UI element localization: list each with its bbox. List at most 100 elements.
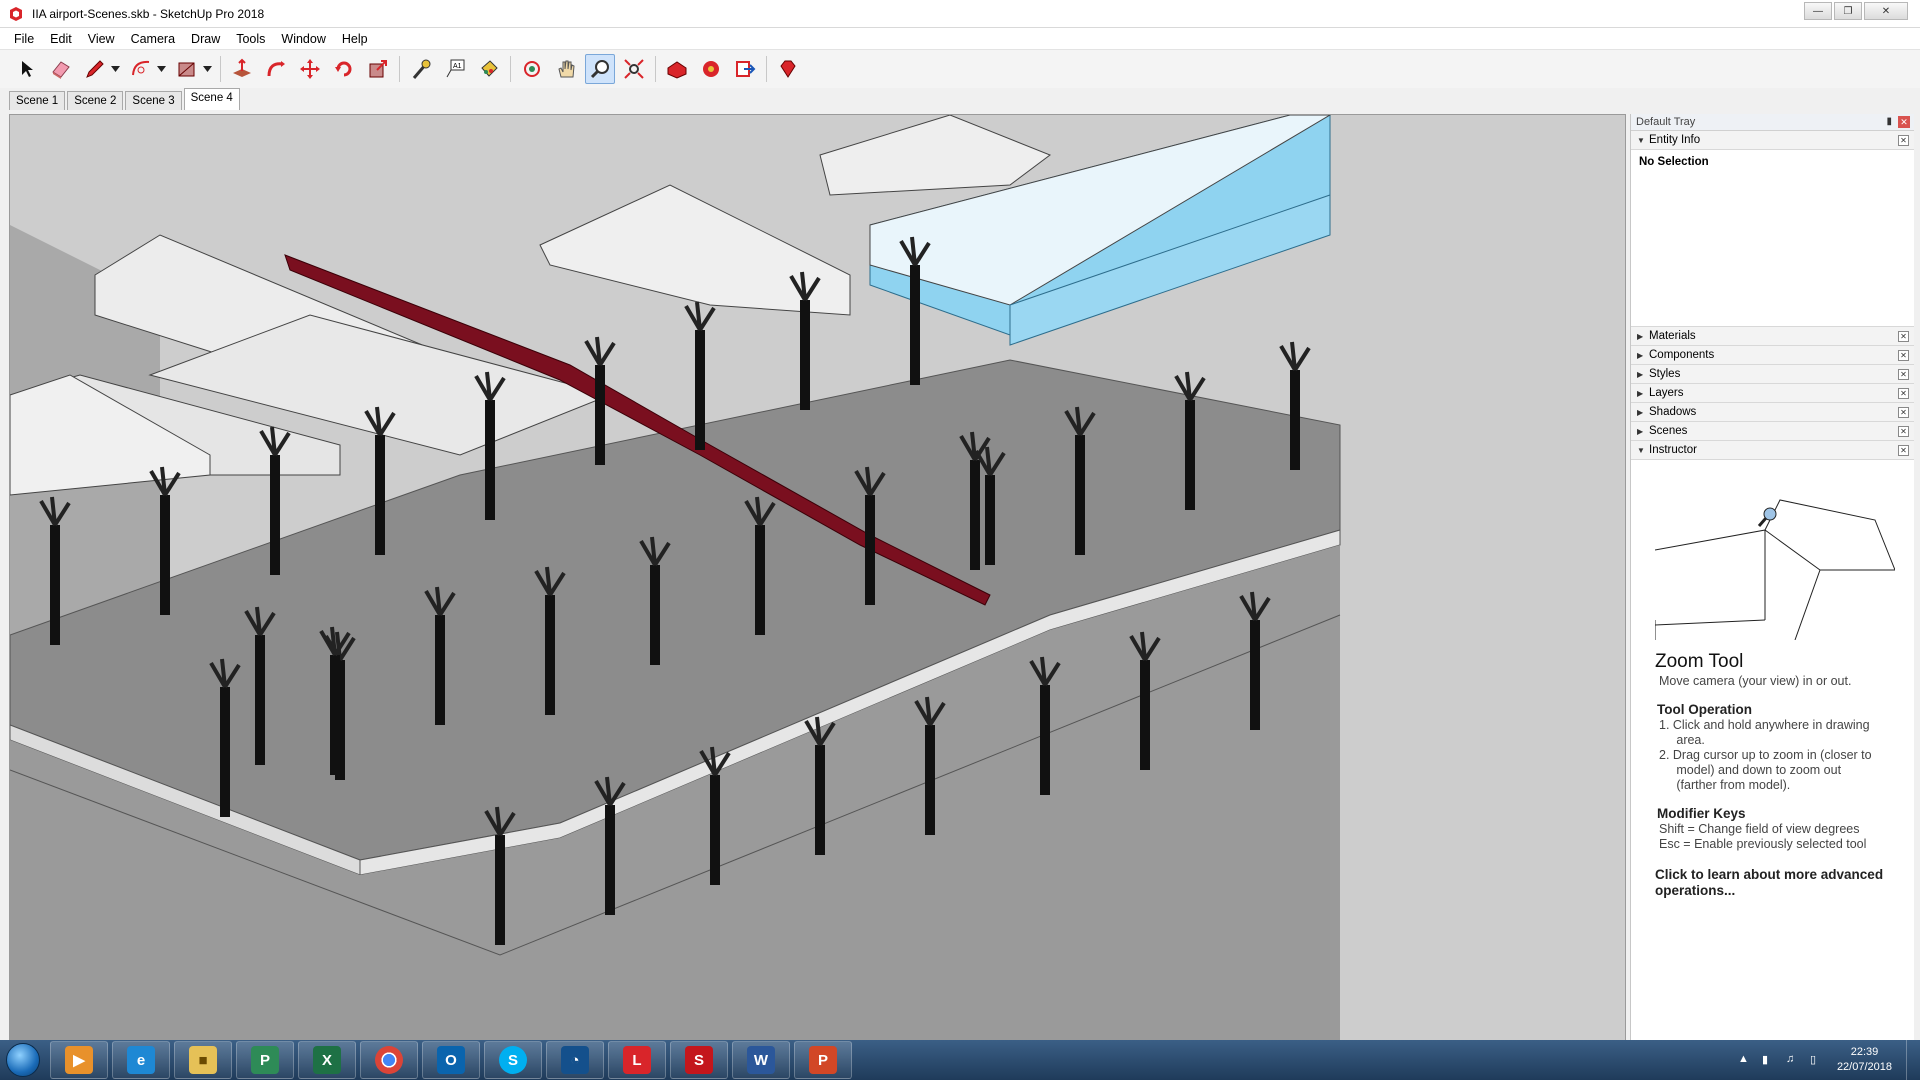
- shape-dropdown[interactable]: [202, 54, 212, 84]
- taskbar-project[interactable]: P: [236, 1041, 294, 1079]
- panel-close-icon[interactable]: ✕: [1898, 426, 1909, 437]
- taskbar-internet-explorer[interactable]: e: [112, 1041, 170, 1079]
- taskbar-powerpoint[interactable]: P: [794, 1041, 852, 1079]
- pin-icon[interactable]: ▮: [1886, 116, 1892, 127]
- panel-close-icon[interactable]: ✕: [1898, 445, 1909, 456]
- panel-components[interactable]: ▶ Components ✕: [1631, 346, 1914, 365]
- menu-file[interactable]: File: [6, 28, 42, 50]
- panel-entity-info[interactable]: ▼ Entity Info ✕: [1631, 131, 1914, 150]
- panel-close-icon[interactable]: ✕: [1898, 135, 1909, 146]
- network-icon[interactable]: ▮: [1762, 1053, 1776, 1067]
- panel-close-icon[interactable]: ✕: [1898, 407, 1909, 418]
- show-hidden-icons-icon[interactable]: ▲: [1738, 1053, 1752, 1067]
- instructor-step: (farther from model).: [1659, 778, 1791, 792]
- move-tool-button[interactable]: [295, 54, 325, 84]
- arc-dropdown[interactable]: [156, 54, 166, 84]
- scale-tool-button[interactable]: [363, 54, 393, 84]
- taskbar-clock[interactable]: 22:39 22/07/2018: [1837, 1045, 1892, 1075]
- panel-close-icon[interactable]: ✕: [1898, 369, 1909, 380]
- tape-measure-tool-button[interactable]: [406, 54, 436, 84]
- pan-tool-button[interactable]: [551, 54, 581, 84]
- panel-scenes[interactable]: ▶ Scenes ✕: [1631, 422, 1914, 441]
- taskbar-app-blue[interactable]: ◔: [546, 1041, 604, 1079]
- menu-camera[interactable]: Camera: [123, 28, 183, 50]
- panel-close-icon[interactable]: ✕: [1898, 388, 1909, 399]
- column: [650, 565, 660, 665]
- taskbar-chrome[interactable]: [360, 1041, 418, 1079]
- close-button[interactable]: ✕: [1864, 2, 1908, 20]
- triangle-right-icon: ▶: [1637, 426, 1644, 436]
- menu-draw[interactable]: Draw: [183, 28, 228, 50]
- extension-warehouse-button[interactable]: [696, 54, 726, 84]
- column: [605, 805, 615, 915]
- line-dropdown[interactable]: [110, 54, 120, 84]
- zoom-extents-tool-button[interactable]: [619, 54, 649, 84]
- menu-view[interactable]: View: [80, 28, 123, 50]
- minimize-icon: —: [1813, 5, 1823, 17]
- zoom-tool-illustration: [1654, 499, 1896, 641]
- push-pull-tool-button[interactable]: [227, 54, 257, 84]
- taskbar-layout[interactable]: L: [608, 1041, 666, 1079]
- pencil-tool-button[interactable]: [80, 54, 110, 84]
- rotate-tool-button[interactable]: [329, 54, 359, 84]
- taskbar-word[interactable]: W: [732, 1041, 790, 1079]
- taskbar-sketchup[interactable]: S: [670, 1041, 728, 1079]
- tab-scene-1[interactable]: Scene 1: [9, 91, 66, 110]
- instructor-learn-more-link[interactable]: Click to learn about more advanced opera…: [1655, 867, 1906, 899]
- triangle-right-icon: ▶: [1637, 388, 1644, 398]
- panel-close-icon[interactable]: ✕: [1898, 331, 1909, 342]
- volume-icon[interactable]: ♫: [1786, 1053, 1800, 1067]
- eraser-tool-button[interactable]: [46, 54, 76, 84]
- menu-help[interactable]: Help: [334, 28, 376, 50]
- toolbar-separator: [655, 56, 656, 82]
- panel-materials[interactable]: ▶ Materials ✕: [1631, 327, 1914, 346]
- menu-tools[interactable]: Tools: [228, 28, 273, 50]
- instructor-step: 1. Click and hold anywhere in drawing: [1659, 718, 1870, 732]
- panel-instructor[interactable]: ▼ Instructor ✕: [1631, 441, 1914, 460]
- column: [220, 687, 230, 817]
- tab-scene-2[interactable]: Scene 2: [67, 91, 124, 110]
- taskbar-file-explorer[interactable]: ■: [174, 1041, 232, 1079]
- model-viewport[interactable]: [9, 114, 1626, 1041]
- sketchup-icon: S: [685, 1046, 713, 1074]
- text-tool-button[interactable]: A1: [440, 54, 470, 84]
- panel-shadows[interactable]: ▶ Shadows ✕: [1631, 403, 1914, 422]
- panel-close-icon[interactable]: ✕: [1898, 350, 1909, 361]
- taskbar-outlook[interactable]: O: [422, 1041, 480, 1079]
- zoom-tool-button[interactable]: [585, 54, 615, 84]
- show-desktop-button[interactable]: [1906, 1040, 1920, 1080]
- panel-styles[interactable]: ▶ Styles ✕: [1631, 365, 1914, 384]
- follow-me-tool-button[interactable]: [261, 54, 291, 84]
- select-tool-button[interactable]: [12, 54, 42, 84]
- minimize-button[interactable]: —: [1804, 2, 1832, 20]
- skype-icon: S: [499, 1046, 527, 1074]
- menu-edit[interactable]: Edit: [42, 28, 80, 50]
- instructor-modifier: Esc = Enable previously selected tool: [1659, 837, 1867, 851]
- column: [1140, 660, 1150, 770]
- paint-bucket-tool-button[interactable]: [474, 54, 504, 84]
- send-to-layout-button[interactable]: [730, 54, 760, 84]
- orbit-tool-button[interactable]: [517, 54, 547, 84]
- tab-scene-4[interactable]: Scene 4: [183, 88, 240, 110]
- warehouse-button[interactable]: [662, 54, 692, 84]
- rectangle-tool-button[interactable]: [172, 54, 202, 84]
- ruby-console-button[interactable]: [773, 54, 803, 84]
- panel-layers[interactable]: ▶ Layers ✕: [1631, 384, 1914, 403]
- arc-tool-button[interactable]: [126, 54, 156, 84]
- column: [1290, 370, 1300, 470]
- close-icon: ✕: [1881, 5, 1891, 17]
- tab-scene-3[interactable]: Scene 3: [125, 91, 182, 110]
- taskbar-media-player[interactable]: ▶: [50, 1041, 108, 1079]
- column: [50, 525, 60, 645]
- taskbar-skype[interactable]: S: [484, 1041, 542, 1079]
- airport-model-scene[interactable]: [10, 115, 1626, 1041]
- menu-window[interactable]: Window: [273, 28, 333, 50]
- column: [1250, 620, 1260, 730]
- tray-close-icon[interactable]: ✕: [1898, 116, 1910, 128]
- taskbar-excel[interactable]: X: [298, 1041, 356, 1079]
- start-button[interactable]: [0, 1040, 46, 1080]
- battery-icon[interactable]: ▯: [1810, 1053, 1824, 1067]
- default-tray: Default Tray ▮ ✕ ▼ Entity Info ✕ No Sele…: [1630, 114, 1914, 1042]
- maximize-button[interactable]: ❐: [1834, 2, 1862, 20]
- toolbar-separator: [510, 56, 511, 82]
